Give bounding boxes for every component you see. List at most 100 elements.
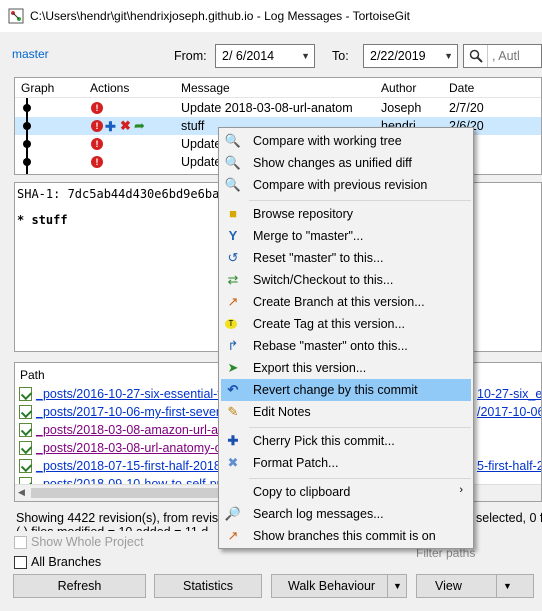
modified-file-icon xyxy=(19,441,32,455)
view-button[interactable]: View ▼ xyxy=(416,574,534,598)
checkbox-label: Show Whole Project xyxy=(31,535,144,549)
export-icon: ➤ xyxy=(227,360,239,375)
tag-icon: T xyxy=(225,319,237,329)
to-label: To: xyxy=(332,49,349,63)
branches-icon: ↗ xyxy=(227,528,239,543)
path-link[interactable]: _posts/2017-10-06-my-first-seven xyxy=(36,405,223,419)
log-row-message: Update 2018-03-08-url-anatom xyxy=(181,101,353,115)
added-icon: ✚ xyxy=(105,119,116,134)
log-row-message: Update xyxy=(181,155,222,169)
log-row-message: stuff xyxy=(181,119,205,133)
switch-icon: ⇄ xyxy=(227,272,239,287)
show-whole-project-checkbox[interactable]: Show Whole Project xyxy=(14,535,144,549)
chevron-down-icon[interactable]: ▼ xyxy=(393,581,402,591)
menu-separator xyxy=(249,200,471,201)
menu-item-merge[interactable]: Y Merge to "master"... xyxy=(221,225,471,247)
statistics-button[interactable]: Statistics xyxy=(154,574,262,598)
search-filter-button[interactable] xyxy=(464,45,488,67)
split-divider xyxy=(496,575,497,597)
menu-separator xyxy=(249,427,471,428)
menu-item-compare-working-tree[interactable]: 🔍 Compare with working tree xyxy=(221,130,471,152)
path-link[interactable]: _posts/2018-03-08-amazon-url-ar xyxy=(36,423,222,437)
edit-notes-icon: ✎ xyxy=(227,404,239,419)
list-item[interactable]: _posts/2018-03-08-amazon-url-ar xyxy=(19,421,222,439)
menu-item-revert-commit[interactable]: ↶ Revert change by this commit xyxy=(221,379,471,401)
menu-item-label: Browse repository xyxy=(253,207,354,221)
log-row[interactable]: ! Update 2018-03-08-url-anatom Joseph 2/… xyxy=(15,99,541,117)
menu-item-search-log[interactable]: 🔎 Search log messages... xyxy=(221,503,471,525)
menu-item-rebase[interactable]: ↱ Rebase "master" onto this... xyxy=(221,335,471,357)
modified-file-icon xyxy=(19,423,32,437)
graph-node xyxy=(23,158,31,166)
path-column-header[interactable]: Path xyxy=(20,368,45,382)
all-branches-checkbox[interactable]: All Branches xyxy=(14,555,101,569)
menu-item-reset[interactable]: ↺ Reset "master" to this... xyxy=(221,247,471,269)
menu-item-label: Switch/Checkout to this... xyxy=(253,273,394,287)
graph-node xyxy=(23,104,31,112)
context-menu: 🔍 Compare with working tree 🔍 Show changes… xyxy=(218,127,474,549)
menu-item-label: Export this version... xyxy=(253,361,367,375)
menu-item-label: Show changes as unified diff xyxy=(253,156,412,170)
column-header-date[interactable]: Date xyxy=(449,81,474,95)
walk-behaviour-button[interactable]: Walk Behaviour ▼ xyxy=(271,574,407,598)
menu-item-export[interactable]: ➤ Export this version... xyxy=(221,357,471,379)
refresh-button[interactable]: Refresh xyxy=(13,574,146,598)
path-link-right[interactable]: /2017-10-06- xyxy=(477,405,541,423)
to-date-picker[interactable]: 2/22/2019 ▼ xyxy=(363,44,458,68)
path-link[interactable]: _posts/2016-10-27-six-essential-f xyxy=(36,387,221,401)
menu-item-label: Show branches this commit is on xyxy=(253,529,436,543)
list-item[interactable]: _posts/2018-07-15-first-half-2018 xyxy=(19,457,221,475)
menu-item-show-branches[interactable]: ↗ Show branches this commit is on xyxy=(221,525,471,547)
title-bar: C:\Users\hendr\git\hendrixjoseph.github.… xyxy=(0,0,542,32)
menu-item-format-patch[interactable]: ✖ Format Patch... xyxy=(221,452,471,474)
path-link[interactable]: _posts/2018-07-15-first-half-2018 xyxy=(36,459,221,473)
branch-link[interactable]: master xyxy=(12,47,49,61)
search-input[interactable]: , Autl xyxy=(463,44,542,68)
menu-item-cherry-pick[interactable]: ✚ Cherry Pick this commit... xyxy=(221,430,471,452)
rebase-icon: ↱ xyxy=(227,338,239,353)
column-header-actions[interactable]: Actions xyxy=(90,81,129,95)
list-item[interactable]: _posts/2016-10-27-six-essential-f xyxy=(19,385,221,403)
menu-item-browse-repository[interactable]: ■ Browse repository xyxy=(221,203,471,225)
chevron-down-icon: ▼ xyxy=(301,51,310,61)
from-date-value: 2/ 6/2014 xyxy=(222,49,275,63)
scroll-left-arrow-icon[interactable]: ◀ xyxy=(18,487,25,498)
from-date-picker[interactable]: 2/ 6/2014 ▼ xyxy=(215,44,315,68)
chevron-down-icon[interactable]: ▼ xyxy=(503,581,512,591)
scrollbar-thumb[interactable] xyxy=(31,488,231,498)
log-row-message: Update xyxy=(181,137,222,151)
menu-item-compare-previous[interactable]: 🔍 Compare with previous revision xyxy=(221,174,471,196)
magnifier-icon: 🔍 xyxy=(224,155,242,170)
magnifier-icon xyxy=(469,49,483,63)
modified-icon: ! xyxy=(91,120,103,132)
column-header-graph[interactable]: Graph xyxy=(21,81,54,95)
log-row-date: 2/7/20 xyxy=(449,101,484,115)
menu-item-edit-notes[interactable]: ✎ Edit Notes xyxy=(221,401,471,423)
menu-item-create-branch[interactable]: ↗ Create Branch at this version... xyxy=(221,291,471,313)
list-item[interactable]: _posts/2017-10-06-my-first-seven xyxy=(19,403,223,421)
path-link[interactable]: _posts/2018-03-08-url-anatomy-o xyxy=(36,441,222,455)
path-link-right[interactable]: 10-27-six_es xyxy=(477,387,541,405)
column-header-author[interactable]: Author xyxy=(381,81,416,95)
menu-item-label: Create Branch at this version... xyxy=(253,295,425,309)
path-link-right[interactable]: 5-first-half-20 xyxy=(477,459,541,477)
window-title: C:\Users\hendr\git\hendrixjoseph.github.… xyxy=(30,9,410,23)
menu-item-unified-diff[interactable]: 🔍 Show changes as unified diff xyxy=(221,152,471,174)
status-selected: selected, 0 f xyxy=(476,511,542,525)
status-files: ( ) files modified = 10 added = 11 d xyxy=(16,525,208,531)
column-header-message[interactable]: Message xyxy=(181,81,230,95)
cherry-pick-icon: ✚ xyxy=(227,433,239,448)
list-item[interactable]: _posts/2018-03-08-url-anatomy-o xyxy=(19,439,222,457)
menu-item-label: Revert change by this commit xyxy=(253,383,418,397)
modified-icon: ! xyxy=(91,138,103,150)
modified-file-icon xyxy=(19,405,32,419)
menu-item-switch-checkout[interactable]: ⇄ Switch/Checkout to this... xyxy=(221,269,471,291)
menu-item-label: Edit Notes xyxy=(253,405,311,419)
menu-item-copy-clipboard[interactable]: Copy to clipboard › xyxy=(221,481,471,503)
checkbox-label: All Branches xyxy=(31,555,102,569)
chevron-right-icon: › xyxy=(459,484,463,496)
split-divider xyxy=(387,575,388,597)
renamed-icon: ➦ xyxy=(134,118,145,133)
menu-item-label: Create Tag at this version... xyxy=(253,317,405,331)
menu-item-create-tag[interactable]: T Create Tag at this version... xyxy=(221,313,471,335)
